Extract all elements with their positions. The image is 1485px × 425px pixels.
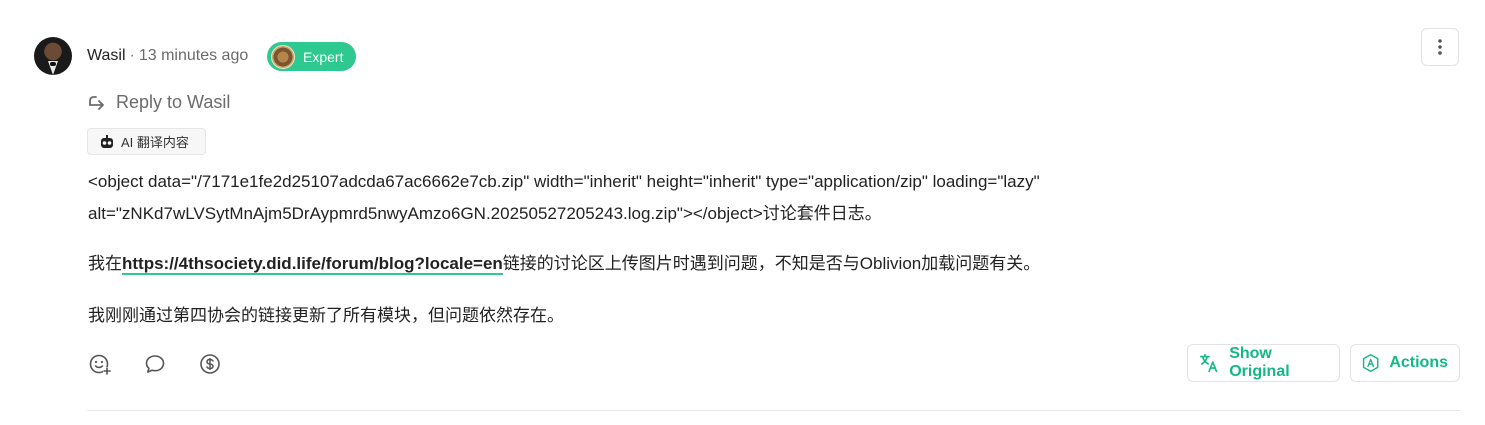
comment-post: Wasil · 13 minutes ago Expert Reply to W… bbox=[0, 0, 1485, 425]
medal-icon bbox=[271, 44, 295, 69]
post-actions bbox=[88, 350, 253, 378]
actions-button[interactable]: Actions bbox=[1350, 344, 1460, 382]
reply-to-link[interactable]: Reply to Wasil bbox=[88, 90, 230, 114]
robot-icon bbox=[101, 134, 113, 148]
forum-link[interactable]: https://4thsociety.did.life/forum/blog?l… bbox=[122, 254, 503, 275]
post-timestamp[interactable]: 13 minutes ago bbox=[139, 47, 248, 65]
post-body: <object data="/7171e1fe2d25107adcda67ac6… bbox=[88, 166, 1408, 330]
reply-arrow-icon bbox=[89, 96, 104, 110]
paragraph-suffix: 链接的讨论区上传图片时遇到问题，不知是否与Oblivion加载问题有关。 bbox=[502, 254, 1041, 273]
paragraph-link: 我在https://4thsociety.did.life/forum/blog… bbox=[88, 250, 1408, 278]
ai-tag-label: AI 翻译内容 bbox=[121, 135, 189, 150]
paragraph-object-log: <object data="/7171e1fe2d25107adcda67ac6… bbox=[88, 172, 1040, 223]
add-reaction-button[interactable] bbox=[88, 352, 112, 376]
avatar-bowtie bbox=[50, 62, 56, 66]
translate-icon bbox=[1200, 353, 1218, 373]
dollar-icon bbox=[200, 354, 220, 374]
avatar[interactable] bbox=[34, 37, 72, 75]
comment-icon bbox=[145, 355, 165, 373]
vertical-dots-icon bbox=[1438, 39, 1442, 55]
author-name[interactable]: Wasil bbox=[87, 47, 126, 65]
reply-to-label: Reply to Wasil bbox=[116, 91, 231, 112]
ai-translated-tag: AI 翻译内容 bbox=[87, 128, 206, 155]
paragraph-prefix: 我在 bbox=[88, 254, 122, 273]
hexagon-a-icon bbox=[1362, 354, 1379, 372]
post-divider bbox=[87, 410, 1460, 411]
show-original-label: Show Original bbox=[1229, 345, 1290, 380]
post-meta: Wasil · 13 minutes ago bbox=[87, 45, 248, 67]
tip-button[interactable] bbox=[198, 352, 222, 376]
expert-badge[interactable]: Expert bbox=[267, 42, 356, 71]
meta-separator: · bbox=[129, 47, 135, 64]
emoji-add-icon bbox=[89, 354, 111, 375]
reply-button[interactable] bbox=[143, 352, 167, 376]
actions-label: Actions bbox=[1389, 354, 1448, 371]
show-original-button[interactable]: Show Original bbox=[1187, 344, 1340, 382]
paragraph-update: 我刚刚通过第四协会的链接更新了所有模块，但问题依然存在。 bbox=[88, 306, 564, 325]
badge-label: Expert bbox=[303, 48, 344, 65]
more-options-button[interactable] bbox=[1421, 28, 1459, 66]
